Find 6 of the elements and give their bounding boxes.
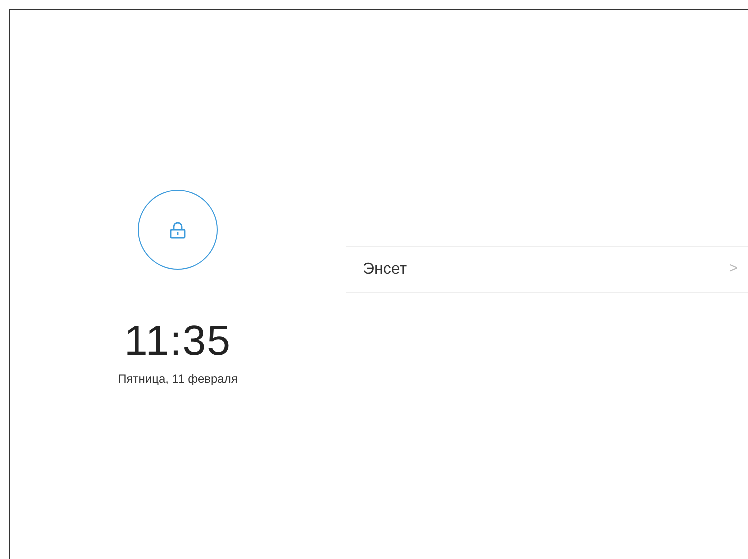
chevron-icon: > (729, 258, 738, 281)
lock-icon (170, 222, 186, 238)
account-item[interactable]: Энсет > (346, 246, 748, 293)
lock-button[interactable] (138, 190, 218, 270)
date-text: Пятница, 11 февраля (118, 371, 238, 388)
clock-time: 11:35 (124, 320, 232, 362)
